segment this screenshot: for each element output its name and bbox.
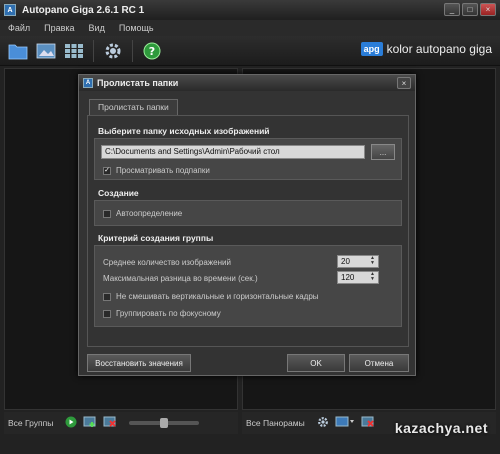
no-mix-box[interactable] bbox=[103, 292, 111, 301]
all-groups-label: Все Группы bbox=[8, 418, 54, 428]
gear-icon[interactable] bbox=[101, 39, 125, 63]
zoom-slider[interactable] bbox=[129, 418, 200, 428]
max-time-spinner[interactable]: 120 ▲ ▼ bbox=[337, 271, 379, 284]
window-title: Autopano Giga 2.6.1 RC 1 bbox=[22, 4, 145, 16]
restore-defaults-button[interactable]: Восстановить значения bbox=[87, 354, 191, 372]
brand-logo: apg kolor autopano giga bbox=[360, 42, 492, 56]
render-dropdown-icon[interactable] bbox=[335, 416, 355, 430]
auto-detect-checkbox[interactable]: Автоопределение bbox=[103, 209, 182, 218]
ok-button[interactable]: OK bbox=[287, 354, 345, 372]
zoom-slider-knob[interactable] bbox=[160, 418, 169, 428]
cancel-button[interactable]: Отмена bbox=[349, 354, 409, 372]
browse-folders-dialog: A Пролистать папки × Пролистать папки Вы… bbox=[78, 74, 416, 376]
creation-section: Автоопределение bbox=[94, 200, 402, 226]
auto-detect-box[interactable] bbox=[103, 209, 111, 218]
import-images-icon[interactable] bbox=[34, 39, 58, 63]
app-logo-icon: A bbox=[4, 4, 16, 16]
spinner-arrows-icon[interactable]: ▲ ▼ bbox=[368, 272, 377, 283]
dialog-title: Пролистать папки bbox=[97, 78, 179, 88]
watermark: kazachya.net bbox=[394, 420, 488, 436]
toolbar-separator bbox=[132, 39, 133, 62]
avg-images-value: 20 bbox=[341, 257, 350, 266]
group-focal-checkbox[interactable]: Группировать по фокусному bbox=[103, 309, 221, 318]
all-panoramas-label: Все Панорамы bbox=[246, 418, 305, 428]
subfolders-checkbox[interactable]: ✓ Просматривать подпапки bbox=[103, 166, 210, 175]
minimize-button[interactable]: _ bbox=[444, 3, 460, 16]
group-criteria-heading: Критерий создания группы bbox=[98, 233, 214, 243]
svg-text:?: ? bbox=[149, 45, 155, 58]
open-folder-icon[interactable] bbox=[6, 39, 30, 63]
gear-icon[interactable] bbox=[317, 416, 329, 430]
play-icon[interactable] bbox=[65, 416, 77, 430]
group-focal-label: Группировать по фокусному bbox=[116, 309, 221, 318]
source-section: C:\Documents and Settings\Admin\Рабочий … bbox=[94, 138, 402, 180]
auto-detect-label: Автоопределение bbox=[116, 209, 183, 218]
menu-help[interactable]: Помощь bbox=[119, 23, 154, 33]
browse-button[interactable]: ... bbox=[371, 144, 395, 160]
source-section-heading: Выберите папку исходных изображений bbox=[98, 126, 270, 136]
group-criteria-section: Среднее количество изображений 20 ▲ ▼ Мак… bbox=[94, 245, 402, 327]
brand-badge: apg bbox=[360, 42, 383, 56]
tab-browse-folders[interactable]: Пролистать папки bbox=[89, 99, 178, 115]
maximize-button[interactable]: □ bbox=[462, 3, 478, 16]
max-time-value: 120 bbox=[341, 273, 355, 282]
title-bar: A Autopano Giga 2.6.1 RC 1 _ □ × bbox=[0, 0, 500, 20]
max-time-label: Максимальная разница во времени (сек.) bbox=[103, 274, 258, 283]
close-button[interactable]: × bbox=[480, 3, 496, 16]
subfolders-checkmark[interactable]: ✓ bbox=[103, 166, 111, 175]
avg-images-spinner[interactable]: 20 ▲ ▼ bbox=[337, 255, 379, 268]
toolbar-separator bbox=[93, 39, 94, 62]
menu-view[interactable]: Вид bbox=[89, 23, 105, 33]
groups-bottom-bar: Все Группы bbox=[4, 412, 238, 434]
source-path-input[interactable]: C:\Documents and Settings\Admin\Рабочий … bbox=[101, 145, 365, 159]
brand-text: kolor autopano giga bbox=[386, 42, 492, 56]
dialog-title-bar: A Пролистать папки × bbox=[79, 75, 415, 91]
creation-section-heading: Создание bbox=[98, 188, 139, 198]
subfolders-label: Просматривать подпапки bbox=[116, 166, 210, 175]
menu-bar: Файл Правка Вид Помощь bbox=[0, 20, 500, 36]
remove-panorama-icon[interactable] bbox=[361, 416, 375, 430]
dialog-app-icon: A bbox=[83, 78, 93, 88]
no-mix-checkbox[interactable]: Не смешивать вертикальные и горизонтальн… bbox=[103, 292, 319, 301]
remove-group-icon[interactable] bbox=[103, 416, 117, 430]
avg-images-label: Среднее количество изображений bbox=[103, 258, 231, 267]
menu-edit[interactable]: Правка bbox=[44, 23, 74, 33]
menu-file[interactable]: Файл bbox=[8, 23, 30, 33]
window-controls: _ □ × bbox=[444, 3, 496, 16]
detect-grid-icon[interactable] bbox=[62, 39, 86, 63]
dialog-close-button[interactable]: × bbox=[397, 77, 411, 89]
add-group-icon[interactable] bbox=[83, 416, 97, 430]
no-mix-label: Не смешивать вертикальные и горизонтальн… bbox=[116, 292, 319, 301]
spinner-arrows-icon[interactable]: ▲ ▼ bbox=[368, 256, 377, 267]
help-icon[interactable]: ? bbox=[140, 39, 164, 63]
group-focal-box[interactable] bbox=[103, 309, 111, 318]
dialog-body: Выберите папку исходных изображений C:\D… bbox=[87, 115, 409, 347]
app-window: A Autopano Giga 2.6.1 RC 1 _ □ × Файл Пр… bbox=[0, 0, 500, 454]
